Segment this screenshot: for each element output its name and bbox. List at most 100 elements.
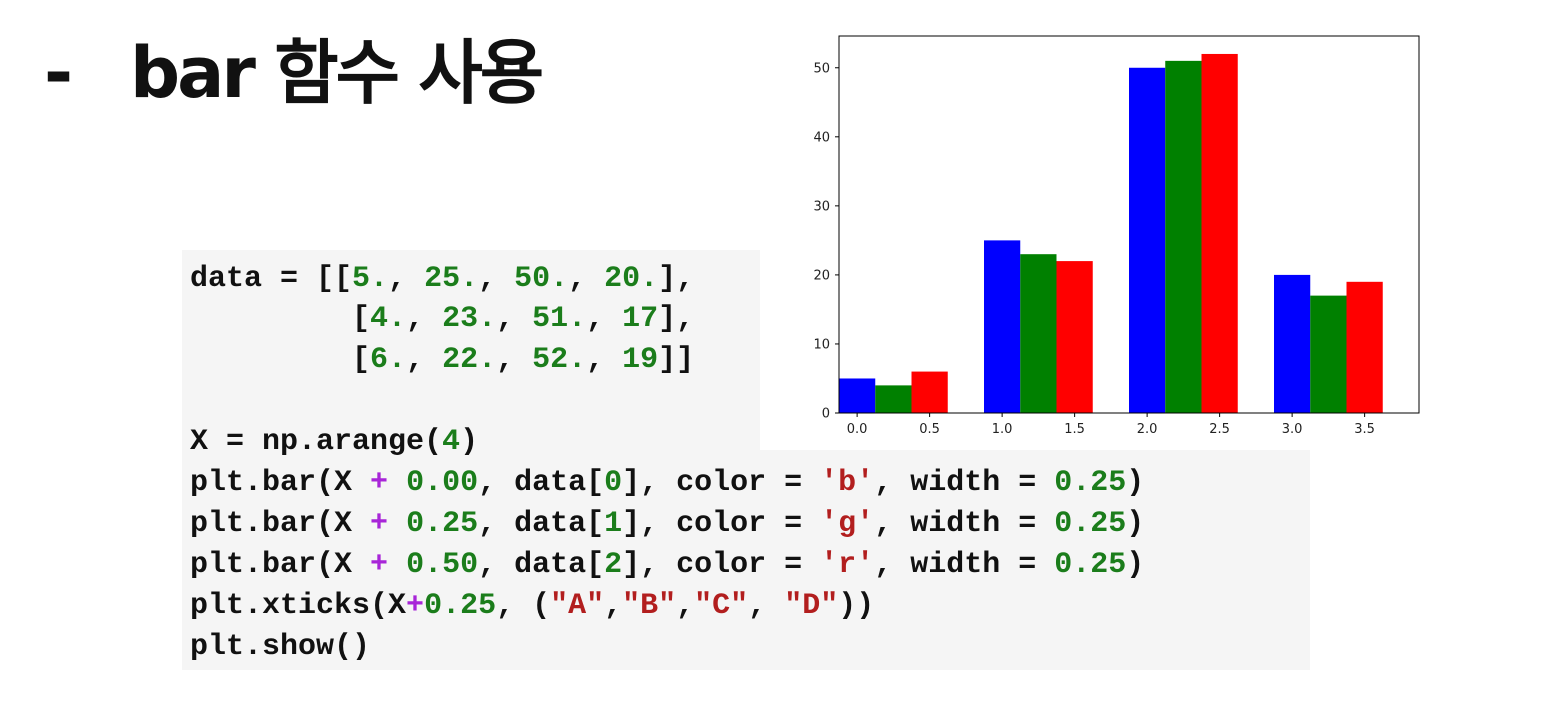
code-token: 0.25 <box>1054 507 1127 541</box>
code-token: ], color = <box>622 548 821 582</box>
code-token: 4 <box>442 425 461 459</box>
code-token: , <box>604 589 623 623</box>
bar <box>1165 60 1202 413</box>
x-tick-label: 1.0 <box>992 422 1013 437</box>
code-token: 17 <box>622 302 659 336</box>
code-token: X = np.arange( <box>190 425 443 459</box>
code-token: , width = <box>874 548 1055 582</box>
code-token: plt.bar(X <box>190 548 371 582</box>
code-line: X = np.arange(4) <box>190 425 478 459</box>
code-token: 52. <box>532 343 587 377</box>
code-token: plt.xticks(X <box>190 589 407 623</box>
code-token: , <box>478 262 515 296</box>
bar <box>875 385 912 413</box>
y-tick-label: 0 <box>822 407 830 422</box>
code-token: 0.25 <box>406 507 479 541</box>
code-token: )) <box>838 589 875 623</box>
bar <box>1129 67 1166 413</box>
code-token: + <box>406 589 425 623</box>
code-token: , data[ <box>478 548 605 582</box>
code-token: 'b' <box>820 466 875 500</box>
code-token: , <box>496 343 533 377</box>
code-token: 20. <box>604 262 659 296</box>
code-token: 0.25 <box>424 589 497 623</box>
code-token: 51. <box>532 302 587 336</box>
code-token: , <box>676 589 695 623</box>
code-token: [ <box>190 343 371 377</box>
code-token: plt.bar(X <box>190 466 371 500</box>
code-token: ], color = <box>622 466 821 500</box>
code-token: , <box>406 302 443 336</box>
code-token: 5. <box>352 262 389 296</box>
code-token: "C" <box>694 589 749 623</box>
code-token: , data[ <box>478 507 605 541</box>
code-line: plt.show() <box>190 630 370 664</box>
bar <box>1020 254 1057 413</box>
bar <box>984 240 1021 413</box>
title-dash: - <box>44 32 73 114</box>
code-line: plt.bar(X + 0.25, data[1], color = 'g', … <box>190 507 1144 541</box>
x-tick-label: 3.0 <box>1282 422 1303 437</box>
code-token: , ( <box>496 589 551 623</box>
code-token: , <box>586 302 623 336</box>
code-token: , data[ <box>478 466 605 500</box>
y-tick-label: 20 <box>813 268 830 283</box>
code-token: 'g' <box>820 507 875 541</box>
code-token: 0.50 <box>406 548 479 582</box>
y-tick-label: 50 <box>813 61 830 76</box>
x-tick-label: 2.0 <box>1137 422 1158 437</box>
bar-chart-svg: 0.0 0.5 1.0 1.5 2.0 2.5 3.0 3.5 0 10 20 30 40 50 <box>813 35 1420 437</box>
y-tick-label: 40 <box>813 130 830 145</box>
code-token: 0 <box>604 466 623 500</box>
code-token: ) <box>1126 466 1145 500</box>
y-tick-label: 30 <box>813 199 830 214</box>
code-token: "B" <box>622 589 677 623</box>
code-token: 0.00 <box>406 466 479 500</box>
code-token: [ <box>190 302 371 336</box>
code-line: [4., 23., 51., 17], <box>190 302 694 336</box>
code-token: 23. <box>442 302 497 336</box>
code-line: plt.bar(X + 0.00, data[0], color = 'b', … <box>190 466 1144 500</box>
code-token: , <box>406 343 443 377</box>
code-token: , <box>388 262 425 296</box>
code-token: , width = <box>874 507 1055 541</box>
bar <box>1056 261 1093 413</box>
x-tick-label: 3.5 <box>1354 422 1375 437</box>
code-token: ) <box>1126 548 1145 582</box>
code-token: 25. <box>424 262 479 296</box>
code-line: [6., 22., 52., 19]] <box>190 343 694 377</box>
code-token: plt.show() <box>190 630 371 664</box>
code-token: 19 <box>622 343 659 377</box>
bar <box>1201 53 1238 413</box>
code-token: + <box>370 507 389 541</box>
code-token: 2 <box>604 548 623 582</box>
code-token: ) <box>460 425 479 459</box>
code-token: ], color = <box>622 507 821 541</box>
code-token: 6. <box>370 343 407 377</box>
x-tick-label: 1.5 <box>1064 422 1085 437</box>
x-tick-label: 0.5 <box>919 422 940 437</box>
bar-chart: 0.0 0.5 1.0 1.5 2.0 2.5 3.0 3.5 0 10 20 30 40 50 <box>760 24 1440 450</box>
slide-title: - bar 함수 사용 <box>44 32 544 114</box>
code-token: 50. <box>514 262 569 296</box>
y-tick-label: 10 <box>813 337 830 352</box>
code-token: , width = <box>874 466 1055 500</box>
x-tick-label: 2.5 <box>1209 422 1230 437</box>
code-token: data = [[ <box>190 262 353 296</box>
code-token: ], <box>658 302 695 336</box>
code-token: , <box>496 302 533 336</box>
x-tick-label: 0.0 <box>847 422 868 437</box>
code-token: , <box>586 343 623 377</box>
code-token: 22. <box>442 343 497 377</box>
code-token: 0.25 <box>1054 466 1127 500</box>
code-token: 'r' <box>820 548 875 582</box>
code-token: plt.bar(X <box>190 507 371 541</box>
code-token: 1 <box>604 507 623 541</box>
bar <box>1346 281 1383 413</box>
code-token: 0.25 <box>1054 548 1127 582</box>
bar <box>839 378 876 413</box>
code-token: , <box>568 262 605 296</box>
